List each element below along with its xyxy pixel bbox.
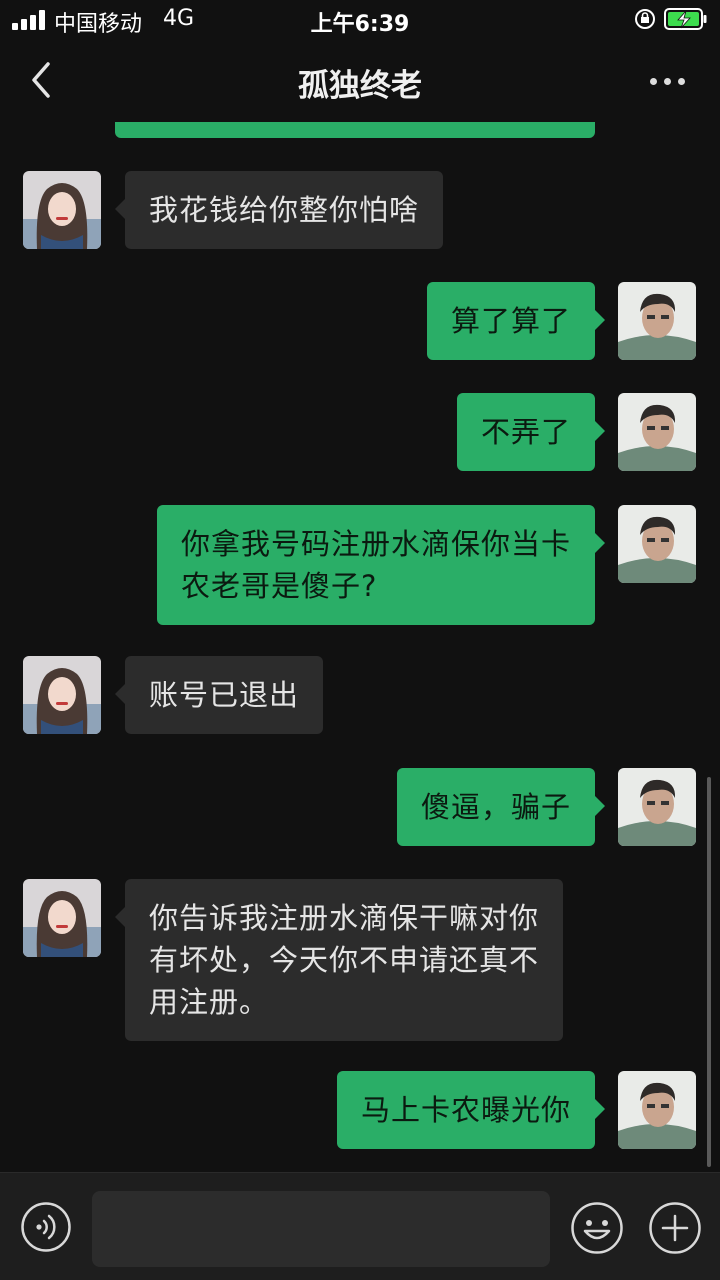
- message-input[interactable]: [92, 1191, 550, 1267]
- message-text-line: 用注册。: [149, 985, 270, 1019]
- message-text: 不弄了: [480, 415, 571, 449]
- outgoing-message-bubble[interactable]: 不弄了: [456, 393, 606, 471]
- contact-avatar[interactable]: [23, 171, 101, 249]
- message-text: 账号已退出: [149, 678, 300, 712]
- outgoing-message-bubble[interactable]: 你拿我号码注册水滴保你当卡 农老哥是傻子?: [156, 505, 606, 625]
- user-avatar[interactable]: [618, 393, 696, 471]
- message-text: 算了算了: [450, 304, 571, 338]
- user-avatar[interactable]: [618, 282, 696, 360]
- user-avatar[interactable]: [618, 768, 696, 846]
- nav-bar: 孤独终老: [0, 40, 720, 122]
- back-button[interactable]: [22, 58, 62, 102]
- status-bar: 中国移动 4G 上午6:39: [0, 0, 720, 40]
- message-text: 马上卡农曝光你: [360, 1093, 571, 1127]
- outgoing-message-bubble[interactable]: 傻逼，骗子: [396, 768, 606, 846]
- contact-avatar[interactable]: [23, 879, 101, 957]
- more-options-button[interactable]: [640, 62, 696, 98]
- message-text-line: 农老哥是傻子?: [180, 569, 378, 603]
- message-text-line: 有坏处，今天你不申请还真不: [149, 943, 540, 977]
- user-avatar[interactable]: [618, 1071, 696, 1149]
- outgoing-message-bubble[interactable]: 马上卡农曝光你: [336, 1071, 606, 1149]
- incoming-message-bubble[interactable]: 我花钱给你整你怕啥: [114, 171, 444, 249]
- status-time: 上午6:39: [310, 12, 410, 37]
- input-bar: [0, 1172, 720, 1280]
- message-text-line: 你拿我号码注册水滴保你当卡: [180, 527, 571, 561]
- rotation-lock-icon: [635, 9, 655, 29]
- outgoing-message-bubble[interactable]: [115, 122, 595, 138]
- user-avatar[interactable]: [618, 505, 696, 583]
- incoming-message-bubble[interactable]: 你告诉我注册水滴保干嘛对你 有坏处，今天你不申请还真不 用注册。: [114, 879, 564, 1041]
- voice-icon[interactable]: [20, 1201, 72, 1253]
- contact-avatar[interactable]: [23, 656, 101, 734]
- message-text: 傻逼，骗子: [420, 790, 571, 824]
- plus-icon[interactable]: [648, 1201, 702, 1255]
- chat-area[interactable]: 我花钱给你整你怕啥 算了算了 不弄了 你拿我号码注册水滴保你当卡 农老哥是傻子?…: [0, 122, 720, 1172]
- scrollbar[interactable]: [707, 777, 711, 1167]
- chat-title: 孤独终老: [298, 68, 422, 104]
- message-text-line: 你告诉我注册水滴保干嘛对你: [149, 901, 540, 935]
- battery-charging-icon: [664, 8, 707, 30]
- emoji-icon[interactable]: [570, 1201, 624, 1255]
- incoming-message-bubble[interactable]: 账号已退出: [114, 656, 324, 734]
- message-text: 我花钱给你整你怕啥: [149, 193, 420, 227]
- outgoing-message-bubble[interactable]: 算了算了: [426, 282, 606, 360]
